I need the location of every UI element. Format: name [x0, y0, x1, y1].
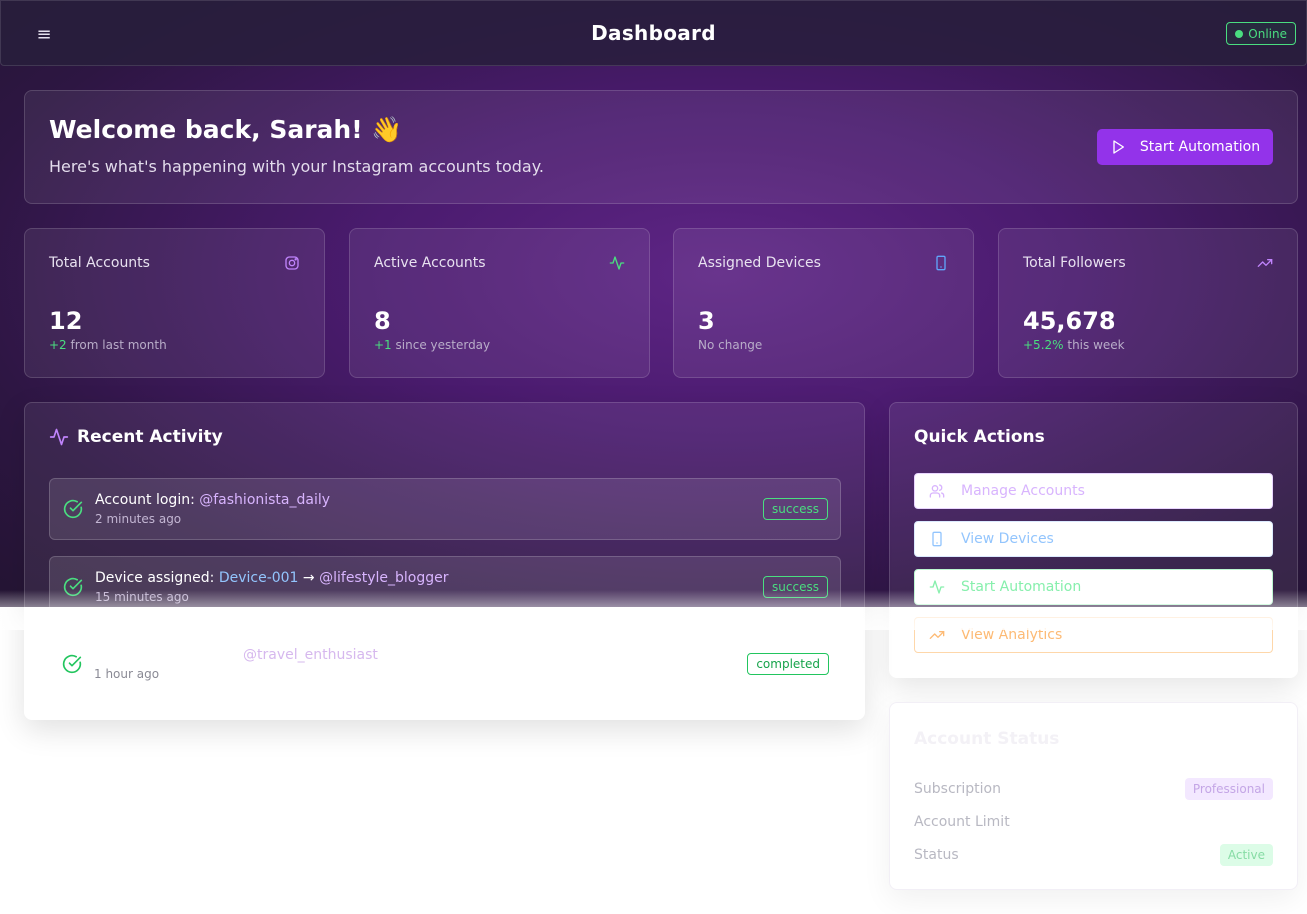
- start-automation-quick-button[interactable]: Start Automation: [914, 569, 1273, 605]
- top-bar: ≡ Dashboard Online: [0, 0, 1307, 66]
- activity-device: Device-001: [218, 570, 299, 586]
- start-automation-quick-label: Start Automation: [961, 579, 1082, 595]
- activity-time: 1 hour ago: [94, 667, 160, 681]
- status-badge: success: [763, 498, 828, 520]
- row-key: Account Limit: [914, 814, 1010, 830]
- activity-icon: [49, 428, 69, 446]
- activity-target: @fashionista_daily: [199, 492, 331, 508]
- online-status-badge: Online: [1226, 22, 1296, 45]
- check-circle-icon: [63, 499, 83, 519]
- activity-text: Device assigned: Device-001 → @lifestyle…: [95, 570, 449, 586]
- recent-activity-header: Recent Activity: [49, 427, 223, 447]
- account-status-title: Account Status: [914, 729, 1060, 749]
- status-label: Online: [1248, 26, 1287, 41]
- view-analytics-button[interactable]: View Analytics: [914, 617, 1273, 653]
- stat-delta-text: this week: [1067, 338, 1125, 352]
- activity-target: @travel_enthusiast: [243, 647, 378, 663]
- stat-subtext: No change: [698, 338, 762, 352]
- account-status-row-status: Status Active: [914, 844, 1273, 866]
- stat-delta-text: since yesterday: [395, 338, 491, 352]
- stat-subtext: +1 since yesterday: [374, 338, 490, 352]
- activity-item[interactable]: Device assigned: Device-001 → @lifestyle…: [49, 556, 841, 618]
- account-status-card: Account Status Subscription Professional…: [889, 702, 1298, 890]
- smartphone-icon: [936, 255, 946, 271]
- recent-activity-card: Recent Activity Account login: @fashioni…: [24, 402, 865, 720]
- trending-up-icon: [929, 631, 945, 639]
- stat-card-total-followers: Total Followers 45,678 +5.2% this week: [998, 228, 1298, 378]
- stat-delta: +1: [374, 338, 392, 352]
- stat-delta: +5.2%: [1023, 338, 1064, 352]
- row-key: Subscription: [914, 781, 1001, 797]
- activity-text: @travel_enthusiast: [243, 647, 378, 663]
- trending-up-icon: [1257, 259, 1273, 267]
- stat-value: 8: [374, 307, 391, 335]
- account-status-row-limit: Account Limit: [914, 811, 1273, 833]
- stat-value: 45,678: [1023, 307, 1116, 335]
- activity-arrow: →: [298, 570, 320, 586]
- stat-card-active-accounts: Active Accounts 8 +1 since yesterday: [349, 228, 650, 378]
- stat-delta-text: from last month: [70, 338, 167, 352]
- users-icon: [929, 484, 945, 498]
- subscription-badge: Professional: [1184, 778, 1273, 800]
- stat-value: 12: [49, 307, 83, 335]
- stat-label: Active Accounts: [374, 255, 486, 271]
- welcome-subtitle: Here's what's happening with your Instag…: [49, 157, 544, 176]
- activity-target: @lifestyle_blogger: [319, 570, 449, 586]
- activity-item[interactable]: @travel_enthusiast 1 hour ago completed: [49, 634, 841, 696]
- manage-accounts-label: Manage Accounts: [961, 483, 1085, 499]
- stat-delta: +2: [49, 338, 67, 352]
- stat-label: Total Followers: [1023, 255, 1126, 271]
- stat-card-assigned-devices: Assigned Devices 3 No change: [673, 228, 974, 378]
- stat-label: Total Accounts: [49, 255, 150, 271]
- status-dot-icon: [1235, 29, 1244, 38]
- hamburger-menu-icon[interactable]: ≡: [31, 21, 57, 47]
- page-title: Dashboard: [591, 21, 716, 45]
- manage-accounts-button[interactable]: Manage Accounts: [914, 473, 1273, 509]
- view-devices-button[interactable]: View Devices: [914, 521, 1273, 557]
- stat-delta-text: No change: [698, 338, 763, 352]
- smartphone-icon: [932, 531, 942, 547]
- status-badge: success: [763, 576, 828, 598]
- welcome-heading: Welcome back, Sarah! 👋: [49, 115, 403, 144]
- instagram-icon: [285, 256, 299, 270]
- activity-prefix: Account login:: [95, 492, 200, 508]
- check-circle-icon: [62, 654, 82, 674]
- stat-subtext: +5.2% this week: [1023, 338, 1125, 352]
- stat-card-total-accounts: Total Accounts 12 +2 from last month: [24, 228, 325, 378]
- check-circle-icon: [63, 577, 83, 597]
- activity-item[interactable]: Account login: @fashionista_daily 2 minu…: [49, 478, 841, 540]
- recent-activity-title: Recent Activity: [77, 427, 223, 447]
- quick-actions-title: Quick Actions: [914, 427, 1045, 447]
- view-devices-label: View Devices: [961, 531, 1054, 547]
- start-automation-label: Start Automation: [1139, 139, 1261, 155]
- welcome-card: Welcome back, Sarah! 👋 Here's what's hap…: [24, 90, 1298, 204]
- stat-subtext: +2 from last month: [49, 338, 167, 352]
- view-analytics-label: View Analytics: [961, 627, 1063, 643]
- stat-label: Assigned Devices: [698, 255, 821, 271]
- activity-prefix: Device assigned:: [95, 570, 219, 586]
- play-icon: [1113, 140, 1124, 154]
- start-automation-button[interactable]: Start Automation: [1097, 129, 1273, 165]
- activity-icon: [929, 580, 945, 594]
- activity-time: 15 minutes ago: [95, 590, 189, 604]
- row-key: Status: [914, 847, 959, 863]
- quick-actions-card: Quick Actions Manage Accounts View Devic…: [889, 402, 1298, 678]
- status-badge: completed: [747, 653, 829, 675]
- activity-text: Account login: @fashionista_daily: [95, 492, 330, 508]
- account-status-row-subscription: Subscription Professional: [914, 778, 1273, 800]
- stat-value: 3: [698, 307, 715, 335]
- active-status-badge: Active: [1219, 844, 1273, 866]
- activity-time: 2 minutes ago: [95, 512, 182, 526]
- activity-icon: [609, 256, 625, 270]
